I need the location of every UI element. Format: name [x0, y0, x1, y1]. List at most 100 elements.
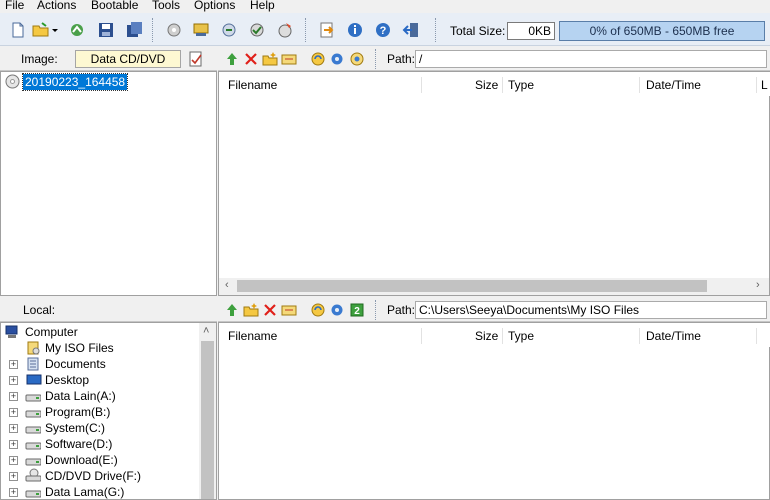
tree-item-computer[interactable]: Computer [25, 324, 78, 340]
menu-tools[interactable]: Tools [152, 0, 180, 13]
mount-icon[interactable] [192, 21, 210, 39]
tree-item-drive-b[interactable]: Program(B:) [45, 404, 110, 420]
delete-icon[interactable] [243, 51, 259, 67]
folder-icon [27, 341, 40, 355]
menu-help[interactable]: Help [250, 0, 275, 13]
menu-options[interactable]: Options [194, 0, 235, 13]
media-properties-icon[interactable] [188, 51, 204, 67]
up-folder-icon[interactable] [224, 302, 240, 318]
save-as-icon[interactable] [125, 21, 143, 39]
scroll-left-icon[interactable]: ‹ [225, 279, 229, 291]
column-separator [639, 328, 640, 344]
settings-icon[interactable] [329, 51, 345, 67]
scroll-up-icon[interactable]: ˄ [203, 325, 209, 337]
drive-icon [25, 426, 41, 434]
expand-icon[interactable]: + [9, 360, 18, 369]
tree-item-drive-f[interactable]: CD/DVD Drive(F:) [45, 468, 141, 484]
scroll-thumb[interactable] [201, 341, 214, 499]
column-filename[interactable]: Filename [228, 75, 277, 95]
tree-item-my-iso-files[interactable]: My ISO Files [45, 340, 114, 356]
image-column-header: Filename Size Type Date/Time L [219, 72, 770, 96]
expand-icon[interactable]: + [9, 392, 18, 401]
expand-icon[interactable]: + [9, 472, 18, 481]
extract-icon[interactable] [68, 21, 86, 39]
save-icon[interactable] [97, 21, 115, 39]
burn-icon[interactable] [165, 21, 183, 39]
tree-item-drive-c[interactable]: System(C:) [45, 420, 105, 436]
refresh-icon[interactable] [310, 51, 326, 67]
column-filename[interactable]: Filename [228, 326, 277, 346]
expand-icon[interactable]: + [9, 408, 18, 417]
new-icon[interactable] [9, 21, 27, 39]
local-pane-header: Local: [0, 298, 217, 322]
column-l[interactable]: L [761, 75, 768, 95]
menu-file[interactable]: File [5, 0, 24, 13]
new-folder-icon[interactable] [262, 51, 278, 67]
checksum-icon[interactable] [248, 21, 266, 39]
local-label: Local: [23, 303, 56, 317]
tree-item-documents[interactable]: Documents [45, 356, 106, 372]
menu-actions[interactable]: Actions [37, 0, 76, 13]
image-tree-panel: 20190223_164458 [0, 71, 217, 296]
column-size[interactable]: Size [475, 326, 498, 346]
rename-icon[interactable] [281, 51, 297, 67]
tree-item-drive-a[interactable]: Data Lain(A:) [45, 388, 116, 404]
delete-icon[interactable] [262, 302, 278, 318]
image-root-item[interactable]: 20190223_164458 [21, 73, 129, 91]
tree-item-drive-g[interactable]: Data Lama(G:) [45, 484, 124, 499]
expand-icon[interactable]: + [9, 376, 18, 385]
cd-drive-icon [25, 468, 41, 482]
toolbar-separator [375, 49, 378, 69]
total-size-label: Total Size: [450, 24, 506, 38]
rename-icon[interactable] [281, 302, 297, 318]
column-separator [502, 77, 503, 93]
toolbar-separator [435, 18, 438, 42]
column-size[interactable]: Size [475, 75, 498, 95]
properties-icon[interactable] [318, 21, 336, 39]
up-folder-icon[interactable] [224, 51, 240, 67]
column-type[interactable]: Type [508, 75, 534, 95]
tree-item-drive-d[interactable]: Software(D:) [45, 436, 112, 452]
column-date-time[interactable]: Date/Time [646, 75, 701, 95]
expand-icon[interactable]: + [9, 440, 18, 449]
image-horizontal-scrollbar[interactable]: ‹ › [219, 278, 769, 295]
tree-item-desktop[interactable]: Desktop [45, 372, 89, 388]
expand-icon[interactable]: + [9, 456, 18, 465]
scroll-right-icon[interactable]: › [756, 279, 760, 291]
column-type[interactable]: Type [508, 326, 534, 346]
virtual-drive-icon[interactable] [276, 21, 294, 39]
settings-icon[interactable] [329, 302, 345, 318]
local-file-toolbar: 2 Path: C:\Users\Seeya\Documents\My ISO … [218, 298, 770, 322]
toolbar-separator [375, 300, 378, 320]
refresh-icon[interactable] [310, 302, 326, 318]
sync-icon[interactable]: 2 [349, 302, 365, 318]
exit-icon[interactable] [402, 21, 420, 39]
scroll-thumb[interactable] [237, 280, 707, 292]
help-icon[interactable]: ? [374, 21, 392, 39]
expand-icon[interactable]: + [9, 488, 18, 497]
expand-icon[interactable]: + [9, 424, 18, 433]
local-path-label: Path: [387, 303, 416, 317]
local-tree-vertical-scrollbar[interactable]: ˄ [199, 323, 216, 499]
drive-icon [25, 394, 41, 402]
compress-icon[interactable] [220, 21, 238, 39]
info-icon[interactable] [346, 21, 364, 39]
view-icon[interactable] [349, 51, 365, 67]
drive-icon [25, 458, 41, 466]
menu-bar: File Actions Bootable Tools Options Help [0, 0, 770, 13]
tree-item-drive-e[interactable]: Download(E:) [45, 452, 118, 468]
capacity-bar[interactable]: 0% of 650MB - 650MB free [559, 21, 765, 41]
svg-text:?: ? [380, 25, 387, 37]
media-type-select[interactable]: Data CD/DVD [75, 50, 181, 68]
local-path-field[interactable]: C:\Users\Seeya\Documents\My ISO Files [415, 301, 767, 319]
image-path-label: Path: [387, 52, 416, 66]
toolbar-separator [305, 18, 308, 42]
image-label: Image: [21, 52, 58, 66]
image-path-field[interactable]: / [415, 50, 767, 68]
open-dropdown-icon[interactable] [51, 21, 59, 39]
menu-bootable[interactable]: Bootable [91, 0, 138, 13]
new-folder-icon[interactable] [243, 302, 259, 318]
open-icon[interactable] [32, 21, 50, 39]
column-date-time[interactable]: Date/Time [646, 326, 701, 346]
cd-image-icon [5, 74, 20, 89]
